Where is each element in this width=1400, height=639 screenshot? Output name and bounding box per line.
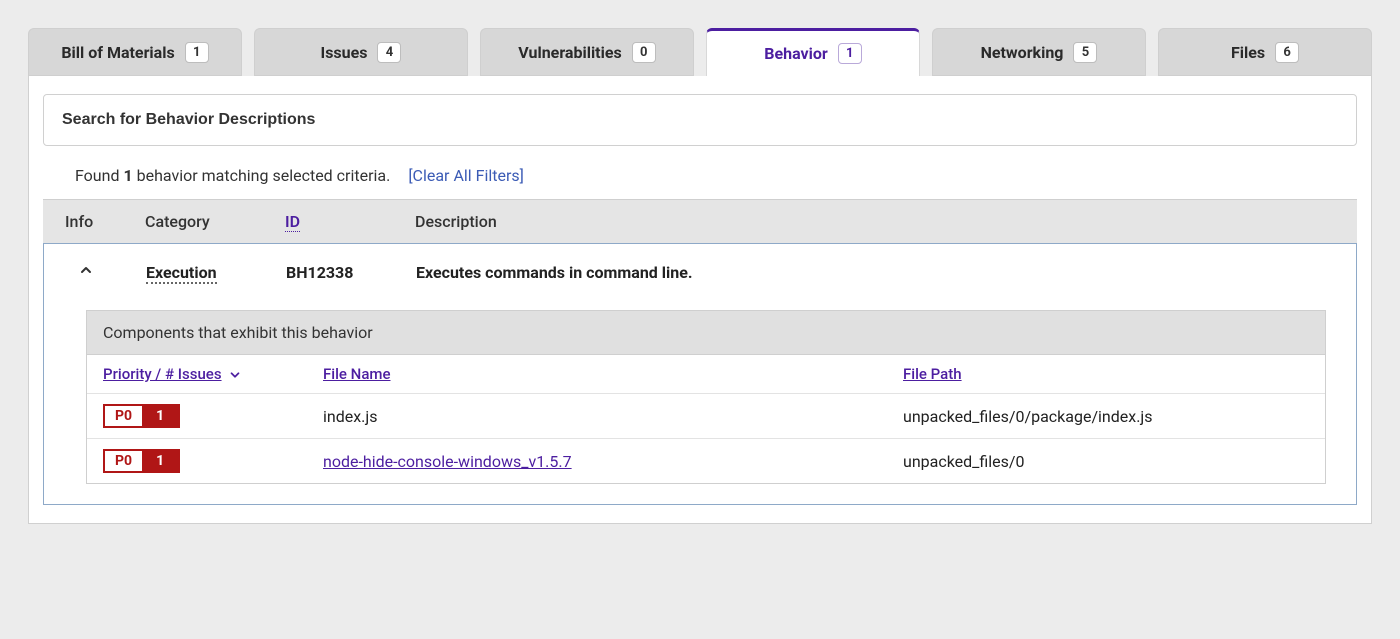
tab-count: 1 [838, 43, 862, 64]
file-path: unpacked_files/0 [903, 452, 1309, 471]
col-id[interactable]: ID [285, 212, 300, 232]
tab-count: 0 [632, 42, 656, 63]
col-description: Description [415, 212, 1335, 231]
col-priority[interactable]: Priority / # Issues [103, 365, 222, 383]
tab-count: 4 [377, 42, 401, 63]
found-text: Found 1 behavior matching selected crite… [75, 166, 390, 185]
priority-level: P0 [105, 406, 142, 426]
components-panel: Components that exhibit this behavior Pr… [86, 310, 1326, 484]
collapse-toggle[interactable] [66, 262, 106, 282]
found-prefix: Found [75, 166, 123, 185]
tab-label: Bill of Materials [61, 43, 174, 62]
priority-level: P0 [105, 451, 142, 471]
found-suffix: behavior matching selected criteria. [133, 166, 391, 185]
summary-row: Found 1 behavior matching selected crite… [43, 146, 1357, 199]
priority-badge: P01 [103, 404, 180, 428]
tab-count: 1 [185, 42, 209, 63]
search-input[interactable] [44, 95, 1356, 145]
component-row: P01 index.js unpacked_files/0/package/inde… [87, 394, 1325, 439]
tab-files[interactable]: Files 6 [1158, 28, 1372, 76]
file-name: index.js [323, 407, 377, 426]
component-row: P01 node-hide-console-windows_v1.5.7 unpac… [87, 439, 1325, 483]
col-category: Category [145, 212, 285, 231]
priority-count: 1 [142, 451, 178, 471]
found-count: 1 [123, 166, 132, 185]
components-header: Priority / # Issues File Name File Path [87, 355, 1325, 394]
tab-issues[interactable]: Issues 4 [254, 28, 468, 76]
search-container [43, 94, 1357, 146]
tab-label: Issues [321, 43, 368, 62]
file-name[interactable]: node-hide-console-windows_v1.5.7 [323, 452, 572, 471]
tab-bar: Bill of Materials 1 Issues 4 Vulnerabilities… [28, 28, 1372, 76]
behavior-category[interactable]: Execution [146, 263, 217, 284]
tab-bill-of-materials[interactable]: Bill of Materials 1 [28, 28, 242, 76]
behavior-row: Execution BH12338 Executes commands in c… [44, 244, 1356, 300]
col-file-path[interactable]: File Path [903, 365, 962, 383]
file-path: unpacked_files/0/package/index.js [903, 407, 1309, 426]
chevron-up-icon [78, 262, 94, 282]
behavior-id: BH12338 [286, 263, 416, 282]
tab-count: 6 [1275, 42, 1299, 63]
col-file-name[interactable]: File Name [323, 365, 391, 383]
col-info: Info [65, 212, 145, 231]
components-title: Components that exhibit this behavior [87, 311, 1325, 355]
clear-filters-link[interactable]: [Clear All Filters] [408, 166, 524, 185]
behavior-table-body: Execution BH12338 Executes commands in c… [43, 243, 1357, 505]
tab-networking[interactable]: Networking 5 [932, 28, 1146, 76]
behavior-description: Executes commands in command line. [416, 263, 1334, 282]
priority-badge: P01 [103, 449, 180, 473]
tab-label: Files [1231, 43, 1265, 62]
tab-count: 5 [1073, 42, 1097, 63]
tab-label: Networking [981, 43, 1064, 62]
priority-count: 1 [142, 406, 178, 426]
tab-behavior[interactable]: Behavior 1 [706, 28, 920, 76]
chevron-down-icon [228, 365, 242, 383]
tab-vulnerabilities[interactable]: Vulnerabilities 0 [480, 28, 694, 76]
behavior-panel: Found 1 behavior matching selected crite… [28, 76, 1372, 524]
tab-label: Behavior [764, 44, 827, 63]
tab-label: Vulnerabilities [518, 43, 621, 62]
behavior-table-header: Info Category ID Description [43, 199, 1357, 243]
